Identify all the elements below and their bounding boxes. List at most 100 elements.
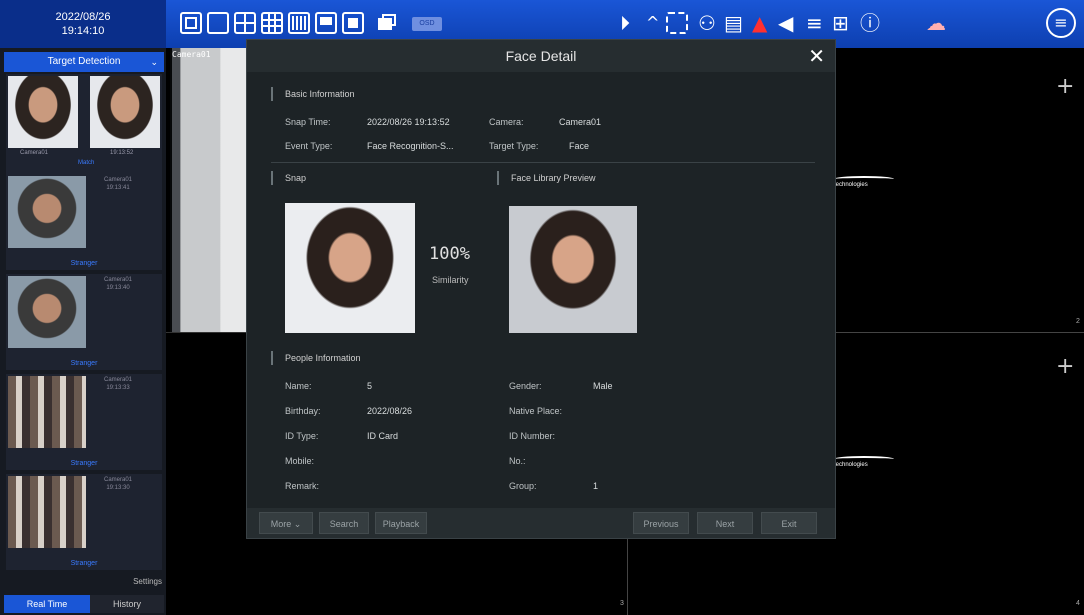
- network-icon[interactable]: ⊞: [832, 10, 849, 36]
- brand-logo-text: technologies: [834, 182, 868, 188]
- storage-icon[interactable]: ≡: [806, 10, 823, 36]
- face-library-image: [509, 206, 637, 333]
- mobile-label: Mobile:: [285, 456, 315, 466]
- item-status: Stranger: [70, 460, 98, 467]
- birthday-label: Birthday:: [285, 406, 321, 416]
- chevron-down-icon: ⌄: [293, 519, 302, 529]
- channel-number: 2: [1076, 318, 1080, 325]
- layout-4x4-icon[interactable]: [288, 12, 310, 34]
- tab-real-time[interactable]: Real Time: [4, 595, 90, 613]
- no-label: No.:: [509, 456, 526, 466]
- item-time: 19:13:41: [106, 185, 130, 191]
- gender-label: Gender:: [509, 381, 542, 391]
- divider: [271, 162, 815, 163]
- camera-label: Camera:: [489, 117, 524, 127]
- list-item[interactable]: Camera01 19:13:30 Stranger: [6, 474, 162, 570]
- snapshot-icon[interactable]: [666, 12, 688, 34]
- section-basic-info: Basic Information: [271, 87, 355, 101]
- item-camera: Camera01: [104, 477, 133, 483]
- item-status: Stranger: [70, 560, 98, 567]
- dialog-footer: More ⌄ Search Playback Previous Next Exi…: [247, 508, 835, 538]
- target-detection-title: Target Detection: [47, 56, 121, 67]
- search-button[interactable]: Search: [319, 512, 369, 534]
- alarm-icon[interactable]: ▲: [752, 10, 767, 36]
- collapse-icon[interactable]: ^: [646, 10, 659, 36]
- layout-2x2-icon[interactable]: [234, 12, 256, 34]
- layout-multi-icon[interactable]: [315, 12, 337, 34]
- list-item[interactable]: Camera01 19:13:41 Stranger: [6, 174, 162, 270]
- section-people-info: People Information: [271, 351, 361, 365]
- cloud-icon[interactable]: ☁: [926, 10, 946, 36]
- target-detection-dropdown[interactable]: Target Detection ⌄: [4, 52, 164, 72]
- ptz-icon[interactable]: ⚇: [698, 10, 716, 36]
- list-item[interactable]: Camera01 19:13:33 Stranger: [6, 374, 162, 470]
- tab-history[interactable]: History: [90, 595, 164, 613]
- exit-button[interactable]: Exit: [761, 512, 817, 534]
- similarity-value: 100%: [429, 244, 470, 264]
- add-camera-icon[interactable]: +: [1056, 354, 1074, 379]
- target-detection-panel: Target Detection ⌄ Camera01 19:13:52 Mat…: [0, 48, 166, 615]
- snap-image: [285, 203, 415, 333]
- face-detail-dialog: Face Detail ✕ Basic Information Snap Tim…: [246, 39, 836, 539]
- list-item[interactable]: Camera01 19:13:40 Stranger: [6, 274, 162, 370]
- library-thumbnail: [90, 76, 160, 148]
- add-camera-icon[interactable]: +: [1056, 74, 1074, 99]
- item-time: 19:13:40: [106, 285, 130, 291]
- id-type-label: ID Type:: [285, 431, 319, 441]
- item-time: 19:13:30: [106, 485, 130, 491]
- chevron-down-icon: ⌄: [150, 57, 158, 67]
- snap-thumbnail: [8, 276, 86, 348]
- item-info: Camera01 19:13:33: [104, 376, 132, 392]
- item-camera: Camera01: [104, 377, 133, 383]
- playback-button[interactable]: Playback: [375, 512, 427, 534]
- item-camera: Camera01: [104, 177, 133, 183]
- snap-thumbnail: [8, 476, 86, 548]
- time-text: 19:14:10: [61, 25, 105, 37]
- layout-1x1-icon[interactable]: [180, 12, 202, 34]
- list-item[interactable]: Camera01 19:13:52 Match: [6, 74, 162, 174]
- id-type-value: ID Card: [367, 431, 399, 441]
- channel-number: 4: [1076, 600, 1080, 607]
- snap-thumbnail: [8, 76, 78, 148]
- broadcast-icon[interactable]: ◀: [778, 10, 793, 36]
- close-icon[interactable]: ✕: [808, 44, 825, 68]
- osd-icon[interactable]: OSD: [412, 17, 442, 31]
- remark-label: Remark:: [285, 481, 320, 491]
- target-type-value: Face: [569, 141, 590, 151]
- item-status: Stranger: [70, 260, 98, 267]
- similarity-label: Similarity: [432, 275, 469, 285]
- settings-link[interactable]: Settings: [133, 577, 162, 586]
- playback-icon[interactable]: ⏵: [620, 10, 630, 36]
- brand-logo-text: technologies: [834, 462, 868, 468]
- record-icon[interactable]: ▤: [724, 10, 743, 36]
- item-info: Camera01 19:13:30: [104, 476, 132, 492]
- name-label: Name:: [285, 381, 312, 391]
- layout-single-icon[interactable]: [207, 12, 229, 34]
- info-icon[interactable]: ⓘ: [860, 10, 880, 36]
- camera-label: Camera01: [172, 50, 211, 59]
- next-button[interactable]: Next: [697, 512, 753, 534]
- section-face-library: Face Library Preview: [497, 171, 596, 185]
- id-number-label: ID Number:: [509, 431, 556, 441]
- gender-value: Male: [593, 381, 613, 391]
- camera-value: Camera01: [559, 117, 602, 127]
- camera-feed: [172, 48, 252, 332]
- sequence-view-icon[interactable]: [374, 12, 396, 34]
- switch-view-icon[interactable]: [342, 12, 364, 34]
- target-type-label: Target Type:: [489, 141, 539, 151]
- menu-icon[interactable]: ≡: [1046, 8, 1076, 38]
- item-time: 19:13:33: [106, 385, 130, 391]
- previous-button[interactable]: Previous: [633, 512, 689, 534]
- more-label: More: [270, 519, 292, 529]
- event-type-value: Face Recognition-S...: [367, 141, 454, 151]
- group-value: 1: [593, 481, 599, 491]
- nvr-live-view: 2022/08/26 19:14:10 OSD ⏵ ^ ⚇ ▤ ▲ ◀ ≡ ⊞ …: [0, 0, 1084, 615]
- channel-number: 3: [620, 600, 624, 607]
- item-info: Camera01 19:13:41: [104, 176, 132, 192]
- date-text: 2022/08/26: [55, 11, 111, 23]
- more-dropdown[interactable]: More ⌄: [259, 512, 313, 534]
- brand-logo: technologies: [834, 456, 894, 470]
- item-camera: Camera01: [20, 150, 49, 156]
- snap-thumbnail: [8, 376, 86, 448]
- layout-3x3-icon[interactable]: [261, 12, 283, 34]
